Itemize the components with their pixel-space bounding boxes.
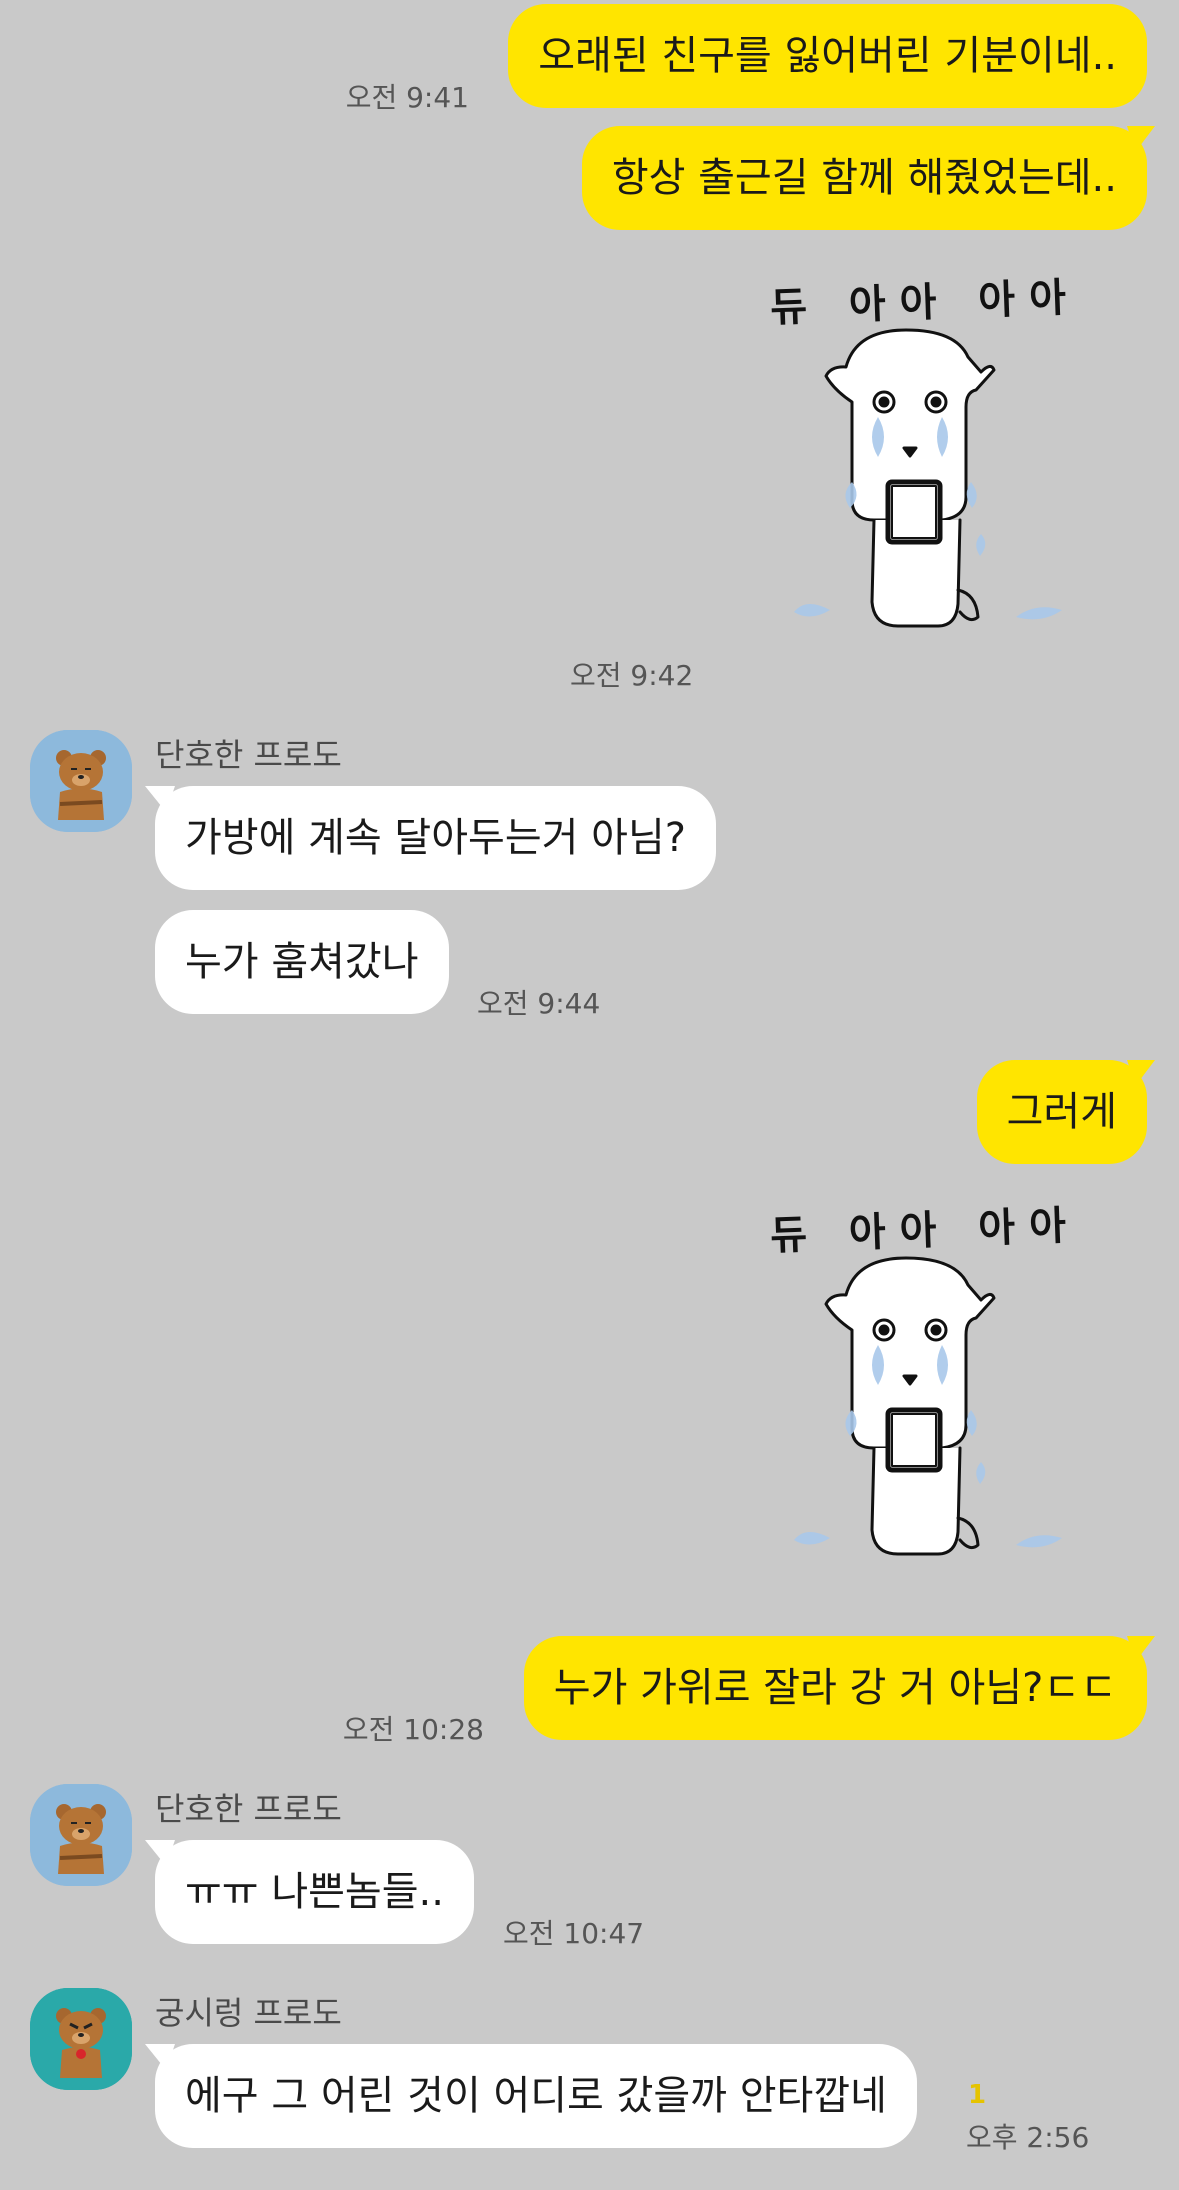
friend-message-bubble[interactable]: 누가 훔쳐갔나: [155, 910, 449, 1014]
message-text: 그러게: [1006, 1089, 1117, 1135]
sender-name: 단호한 프로도: [155, 736, 342, 774]
sticker-caption: 듀 아아 아아: [769, 274, 1081, 332]
friend-message-bubble[interactable]: ㅠㅠ 나쁜놈들..: [155, 1840, 474, 1944]
unread-count: 1: [968, 2080, 987, 2110]
message-time: 오전 10:28: [342, 1713, 484, 1746]
message-time: 오전 9:44: [477, 987, 601, 1020]
frodo-arms-crossed-avatar-icon: [30, 730, 132, 832]
sender-name: 단호한 프로도: [155, 1790, 342, 1828]
avatar[interactable]: [30, 1988, 132, 2090]
message-time: 오전 10:47: [503, 1917, 645, 1950]
frodo-grumbling-avatar-icon: [30, 1988, 132, 2090]
avatar[interactable]: [30, 730, 132, 832]
message-time: 오전 9:42: [570, 659, 694, 692]
sender-name: 궁시렁 프로도: [155, 1994, 342, 2032]
message-text: 오래된 친구를 잃어버린 기분이네..: [538, 33, 1117, 79]
message-text: ㅠㅠ 나쁜놈들..: [185, 1869, 444, 1915]
frodo-arms-crossed-avatar-icon: [30, 1784, 132, 1886]
message-text: 항상 출근길 함께 해줬었는데..: [611, 155, 1117, 201]
friend-message-bubble[interactable]: 에구 그 어린 것이 어디로 갔을까 안타깝네: [155, 2044, 917, 2148]
my-message-bubble[interactable]: 그러게: [976, 1060, 1147, 1164]
my-message-bubble[interactable]: 누가 가위로 잘라 강 거 아님?ㄷㄷ: [523, 1636, 1147, 1740]
friend-message-bubble[interactable]: 가방에 계속 달아두는거 아님?: [155, 786, 716, 890]
message-text: 누가 가위로 잘라 강 거 아님?ㄷㄷ: [553, 1665, 1117, 1711]
sticker-caption: 듀 아아 아아: [769, 1202, 1081, 1260]
message-text: 가방에 계속 달아두는거 아님?: [185, 815, 686, 861]
my-message-bubble[interactable]: 항상 출근길 함께 해줬었는데..: [581, 126, 1147, 230]
message-time: 오전 9:41: [345, 81, 469, 114]
message-time: 오후 2:56: [966, 2121, 1090, 2154]
my-message-bubble[interactable]: 오래된 친구를 잃어버린 기분이네..: [508, 4, 1147, 108]
message-text: 누가 훔쳐갔나: [185, 939, 419, 985]
avatar[interactable]: [30, 1784, 132, 1886]
message-text: 에구 그 어린 것이 어디로 갔을까 안타깝네: [185, 2073, 887, 2119]
